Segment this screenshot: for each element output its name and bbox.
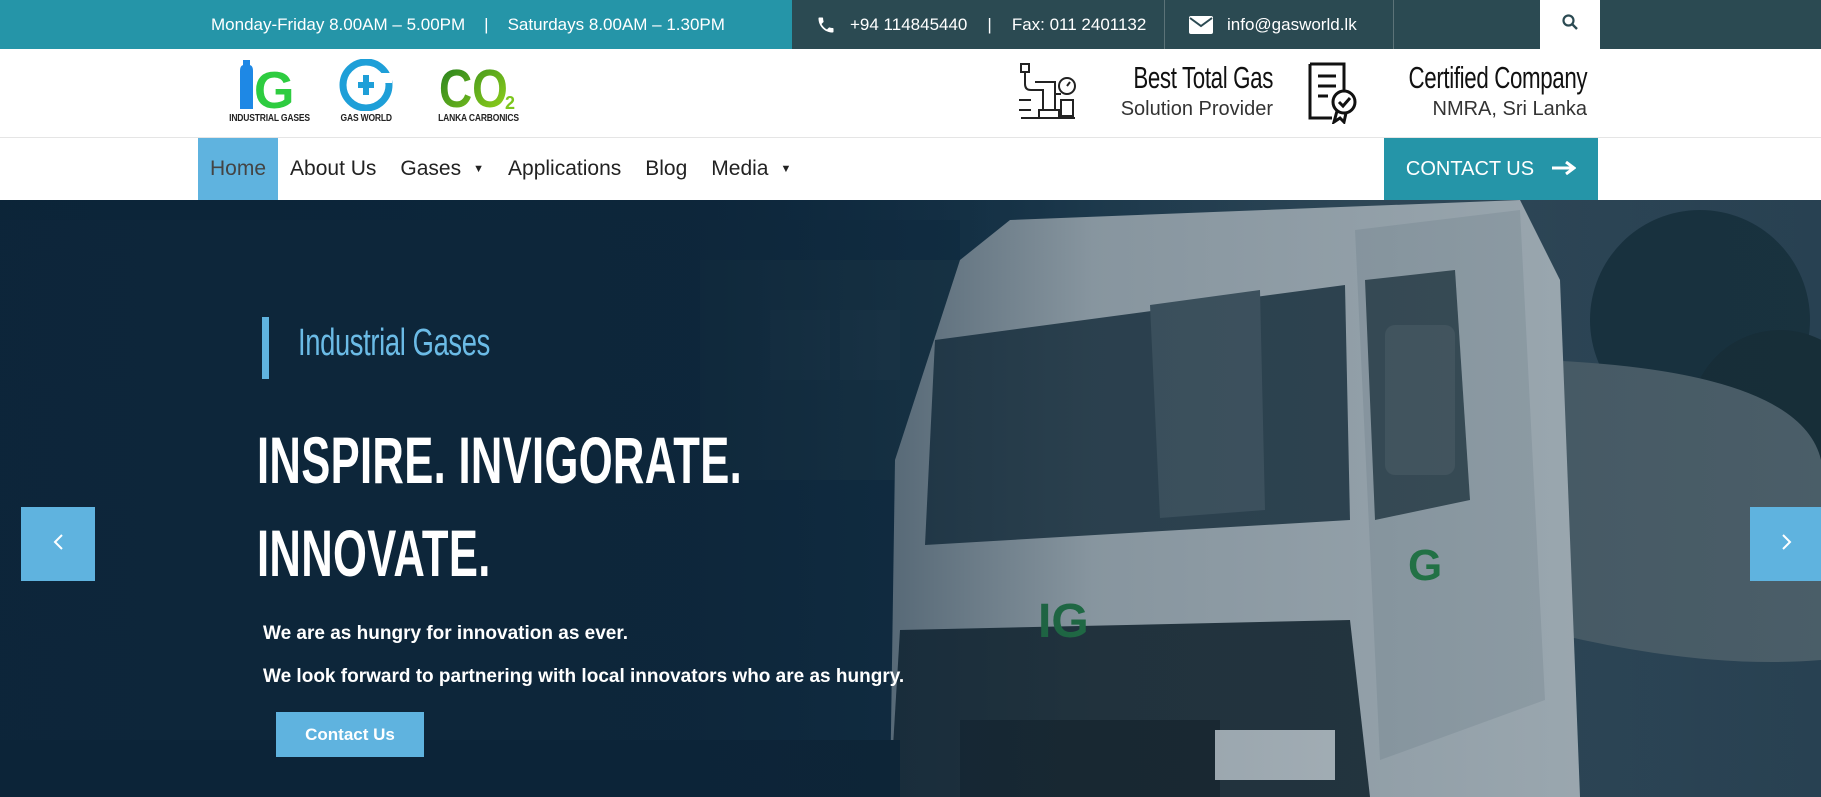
nav-item-label: Blog <box>645 157 688 180</box>
svg-text:CO: CO <box>439 59 508 111</box>
gas-pipeline-icon <box>1015 60 1081 129</box>
separator: | <box>484 14 489 34</box>
caret-down-icon: ▼ <box>473 163 485 175</box>
hours-saturday: Saturdays 8.00AM – 1.30PM <box>507 14 725 34</box>
main-navigation: Home About Us Gases ▼ Applications Blog … <box>0 138 1821 200</box>
badge-subtitle: NMRA, Sri Lanka <box>1432 98 1588 120</box>
nav-item-blog[interactable]: Blog <box>633 138 699 200</box>
business-hours: Monday-Friday 8.00AM – 5.00PM | Saturday… <box>0 0 792 49</box>
nav-item-label: Home <box>210 157 267 180</box>
search-button[interactable] <box>1540 0 1600 49</box>
phone-icon <box>816 15 836 35</box>
nav-item-home[interactable]: Home <box>198 138 279 200</box>
gas-world-mark <box>339 59 393 111</box>
badge-subtitle: Solution Provider <box>1120 98 1273 120</box>
nav-item-media[interactable]: Media ▼ <box>699 138 803 200</box>
contact-strip: +94 114845440 | Fax: 011 2401132 info@ga… <box>792 0 1821 49</box>
industrial-gases-mark: G <box>240 60 295 111</box>
chevron-right-icon <box>1781 533 1793 556</box>
nav-item-label: Applications <box>508 157 622 180</box>
industrial-gases-logo[interactable]: G INDUSTRIAL GASES <box>222 59 317 124</box>
hero-eyebrow: Industrial Gases <box>298 322 490 364</box>
hero-subtext-line2: We look forward to partnering with local… <box>263 666 905 687</box>
hero-content: Industrial Gases INSPIRE. INVIGORATE. IN… <box>0 200 1821 797</box>
brand-row: G INDUSTRIAL GASES GAS WORLD CO 2 LANKA … <box>0 49 1821 138</box>
nav-item-label: About Us <box>290 157 377 180</box>
certified-badge: Certified Company NMRA, Sri Lanka <box>1339 59 1587 121</box>
fax-number: Fax: 011 2401132 <box>1011 14 1147 34</box>
logo-caption: GAS WORLD <box>340 113 393 124</box>
lanka-carbonics-logo[interactable]: CO 2 LANKA CARBONICS <box>431 59 526 124</box>
caret-down-icon: ▼ <box>780 163 792 175</box>
accent-bar <box>262 317 269 379</box>
search-icon <box>1562 14 1578 35</box>
phone-contact: +94 114845440 | Fax: 011 2401132 <box>792 0 1165 49</box>
top-bar: Monday-Friday 8.00AM – 5.00PM | Saturday… <box>0 0 1821 49</box>
envelope-icon <box>1189 15 1213 34</box>
svg-text:2: 2 <box>505 93 515 111</box>
hero-headline-line1: INSPIRE. INVIGORATE. <box>257 423 743 497</box>
svg-text:G: G <box>254 62 294 111</box>
arrow-right-icon <box>1552 158 1577 181</box>
email-link[interactable]: info@gasworld.lk <box>1227 15 1357 35</box>
logo-caption: LANKA CARBONICS <box>438 113 519 124</box>
contact-us-button[interactable]: CONTACT US <box>1384 138 1598 200</box>
contact-us-label: CONTACT US <box>1405 157 1535 180</box>
best-gas-badge: Best Total Gas Solution Provider <box>1079 59 1274 121</box>
hero-headline-line2: INNOVATE. <box>257 516 491 590</box>
separator: | <box>987 14 992 34</box>
slider-next-button[interactable] <box>1750 507 1821 581</box>
nav-item-about-us[interactable]: About Us <box>278 138 388 200</box>
nav-item-label: Gases <box>400 157 462 180</box>
gas-world-logo[interactable]: GAS WORLD <box>336 59 396 124</box>
logo-caption: INDUSTRIAL GASES <box>229 113 310 124</box>
nav-item-gases[interactable]: Gases ▼ <box>388 138 496 200</box>
nav-menu: Home About Us Gases ▼ Applications Blog … <box>198 138 803 200</box>
badge-title: Certified Company <box>1408 60 1587 95</box>
chevron-left-icon <box>52 533 64 556</box>
badge-title: Best Total Gas <box>1133 60 1273 95</box>
nav-item-applications[interactable]: Applications <box>496 138 633 200</box>
lanka-carbonics-mark: CO 2 <box>439 59 515 111</box>
email-contact: info@gasworld.lk <box>1165 0 1394 49</box>
hero-subtext-line1: We are as hungry for innovation as ever. <box>263 623 628 644</box>
phone-link[interactable]: +94 114845440 <box>850 15 967 35</box>
hours-weekday: Monday-Friday 8.00AM – 5.00PM <box>211 14 466 34</box>
hero-contact-button[interactable]: Contact Us <box>276 712 424 757</box>
slider-prev-button[interactable] <box>21 507 95 581</box>
hero-slider: IG G Industrial Gases INSPIRE. INVIGORAT… <box>0 200 1821 797</box>
nav-item-label: Media <box>711 157 769 180</box>
